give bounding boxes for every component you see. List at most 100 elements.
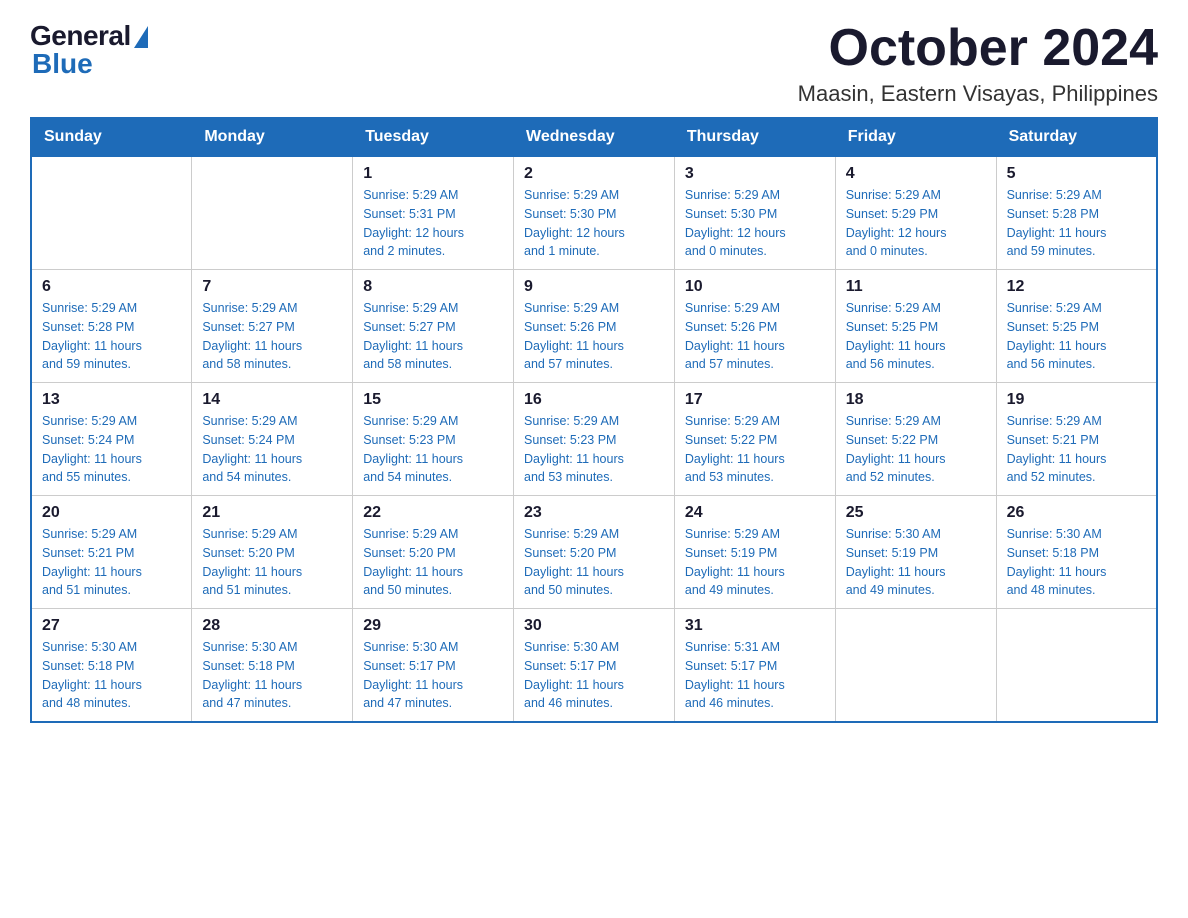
day-number: 10	[685, 278, 825, 296]
calendar-cell	[31, 157, 192, 270]
calendar-cell: 17Sunrise: 5:29 AM Sunset: 5:22 PM Dayli…	[674, 383, 835, 496]
calendar-cell: 19 Sunrise: 5:29 AM Sunset: 5:21 PM Dayli…	[996, 383, 1157, 496]
month-title: October 2024	[798, 20, 1158, 77]
page-header: General Blue October 2024 Maasin, Easter…	[30, 20, 1158, 107]
day-info: Sunrise: 5:29 AM Sunset: 5:20 PM Dayligh…	[363, 525, 503, 600]
day-number: 6	[42, 278, 181, 296]
day-number: 4	[846, 165, 986, 183]
calendar-cell: 15 Sunrise: 5:29 AM Sunset: 5:23 PM Dayli…	[353, 383, 514, 496]
calendar-week-row: 20 Sunrise: 5:29 AM Sunset: 5:21 PM Dayli…	[31, 496, 1157, 609]
calendar-header-row: SundayMondayTuesdayWednesdayThursdayFrid…	[31, 118, 1157, 157]
day-number: 2	[524, 165, 664, 183]
calendar-header-monday: Monday	[192, 118, 353, 157]
calendar-header-tuesday: Tuesday	[353, 118, 514, 157]
calendar-cell: 16 Sunrise: 5:29 AM Sunset: 5:23 PM Dayli…	[514, 383, 675, 496]
day-info: Sunrise: 5:29 AM Sunset: 5:20 PM Dayligh…	[202, 525, 342, 600]
calendar-week-row: 27Sunrise: 5:30 AM Sunset: 5:18 PM Dayli…	[31, 609, 1157, 723]
day-info: Sunrise: 5:29 AM Sunset: 5:30 PM Dayligh…	[524, 186, 664, 261]
day-number: 20	[42, 504, 181, 522]
day-number: 25	[846, 504, 986, 522]
calendar-week-row: 6 Sunrise: 5:29 AM Sunset: 5:28 PM Daylig…	[31, 270, 1157, 383]
calendar-cell: 30Sunrise: 5:30 AM Sunset: 5:17 PM Dayli…	[514, 609, 675, 723]
day-number: 13	[42, 391, 181, 409]
logo-triangle-icon	[134, 26, 148, 48]
day-info: Sunrise: 5:29 AM Sunset: 5:22 PM Dayligh…	[846, 412, 986, 487]
calendar-cell: 4Sunrise: 5:29 AM Sunset: 5:29 PM Daylig…	[835, 157, 996, 270]
calendar-week-row: 13 Sunrise: 5:29 AM Sunset: 5:24 PM Dayli…	[31, 383, 1157, 496]
day-number: 8	[363, 278, 503, 296]
day-number: 14	[202, 391, 342, 409]
day-info: Sunrise: 5:29 AM Sunset: 5:24 PM Dayligh…	[42, 412, 181, 487]
day-info: Sunrise: 5:29 AM Sunset: 5:24 PM Dayligh…	[202, 412, 342, 487]
day-info: Sunrise: 5:29 AM Sunset: 5:31 PM Dayligh…	[363, 186, 503, 261]
calendar-week-row: 1 Sunrise: 5:29 AM Sunset: 5:31 PM Daylig…	[31, 157, 1157, 270]
day-info: Sunrise: 5:29 AM Sunset: 5:27 PM Dayligh…	[202, 299, 342, 374]
day-number: 23	[524, 504, 664, 522]
calendar-cell: 11 Sunrise: 5:29 AM Sunset: 5:25 PM Dayli…	[835, 270, 996, 383]
day-info: Sunrise: 5:29 AM Sunset: 5:23 PM Dayligh…	[363, 412, 503, 487]
day-number: 5	[1007, 165, 1146, 183]
day-number: 7	[202, 278, 342, 296]
day-info: Sunrise: 5:29 AM Sunset: 5:28 PM Dayligh…	[1007, 186, 1146, 261]
calendar-cell: 29 Sunrise: 5:30 AM Sunset: 5:17 PM Dayli…	[353, 609, 514, 723]
day-info: Sunrise: 5:29 AM Sunset: 5:27 PM Dayligh…	[363, 299, 503, 374]
calendar-cell: 31Sunrise: 5:31 AM Sunset: 5:17 PM Dayli…	[674, 609, 835, 723]
calendar-cell: 20 Sunrise: 5:29 AM Sunset: 5:21 PM Dayli…	[31, 496, 192, 609]
calendar-cell: 12 Sunrise: 5:29 AM Sunset: 5:25 PM Dayli…	[996, 270, 1157, 383]
day-number: 16	[524, 391, 664, 409]
calendar-header-sunday: Sunday	[31, 118, 192, 157]
calendar-cell: 13 Sunrise: 5:29 AM Sunset: 5:24 PM Dayli…	[31, 383, 192, 496]
location-title: Maasin, Eastern Visayas, Philippines	[798, 81, 1158, 107]
calendar-cell: 26 Sunrise: 5:30 AM Sunset: 5:18 PM Dayli…	[996, 496, 1157, 609]
day-number: 17	[685, 391, 825, 409]
day-number: 12	[1007, 278, 1146, 296]
day-info: Sunrise: 5:29 AM Sunset: 5:21 PM Dayligh…	[42, 525, 181, 600]
day-info: Sunrise: 5:31 AM Sunset: 5:17 PM Dayligh…	[685, 638, 825, 713]
calendar-cell: 5 Sunrise: 5:29 AM Sunset: 5:28 PM Daylig…	[996, 157, 1157, 270]
day-number: 29	[363, 617, 503, 635]
day-info: Sunrise: 5:29 AM Sunset: 5:30 PM Dayligh…	[685, 186, 825, 261]
day-info: Sunrise: 5:29 AM Sunset: 5:20 PM Dayligh…	[524, 525, 664, 600]
calendar-cell: 8 Sunrise: 5:29 AM Sunset: 5:27 PM Daylig…	[353, 270, 514, 383]
day-info: Sunrise: 5:29 AM Sunset: 5:26 PM Dayligh…	[685, 299, 825, 374]
calendar-cell: 18Sunrise: 5:29 AM Sunset: 5:22 PM Dayli…	[835, 383, 996, 496]
day-info: Sunrise: 5:30 AM Sunset: 5:17 PM Dayligh…	[363, 638, 503, 713]
day-info: Sunrise: 5:29 AM Sunset: 5:28 PM Dayligh…	[42, 299, 181, 374]
day-number: 22	[363, 504, 503, 522]
calendar-cell: 25Sunrise: 5:30 AM Sunset: 5:19 PM Dayli…	[835, 496, 996, 609]
calendar-cell: 9Sunrise: 5:29 AM Sunset: 5:26 PM Daylig…	[514, 270, 675, 383]
calendar-cell: 3Sunrise: 5:29 AM Sunset: 5:30 PM Daylig…	[674, 157, 835, 270]
calendar-cell: 28Sunrise: 5:30 AM Sunset: 5:18 PM Dayli…	[192, 609, 353, 723]
calendar-header-wednesday: Wednesday	[514, 118, 675, 157]
day-info: Sunrise: 5:29 AM Sunset: 5:23 PM Dayligh…	[524, 412, 664, 487]
day-number: 11	[846, 278, 986, 296]
day-number: 28	[202, 617, 342, 635]
calendar-cell: 27Sunrise: 5:30 AM Sunset: 5:18 PM Dayli…	[31, 609, 192, 723]
day-info: Sunrise: 5:29 AM Sunset: 5:19 PM Dayligh…	[685, 525, 825, 600]
calendar-cell	[835, 609, 996, 723]
day-number: 15	[363, 391, 503, 409]
calendar-cell: 10 Sunrise: 5:29 AM Sunset: 5:26 PM Dayli…	[674, 270, 835, 383]
day-info: Sunrise: 5:30 AM Sunset: 5:18 PM Dayligh…	[42, 638, 181, 713]
calendar-cell: 21Sunrise: 5:29 AM Sunset: 5:20 PM Dayli…	[192, 496, 353, 609]
day-number: 26	[1007, 504, 1146, 522]
calendar-header-thursday: Thursday	[674, 118, 835, 157]
calendar-cell: 6 Sunrise: 5:29 AM Sunset: 5:28 PM Daylig…	[31, 270, 192, 383]
day-info: Sunrise: 5:29 AM Sunset: 5:25 PM Dayligh…	[846, 299, 986, 374]
calendar-cell: 23 Sunrise: 5:29 AM Sunset: 5:20 PM Dayli…	[514, 496, 675, 609]
day-number: 24	[685, 504, 825, 522]
day-info: Sunrise: 5:29 AM Sunset: 5:21 PM Dayligh…	[1007, 412, 1146, 487]
calendar-cell	[996, 609, 1157, 723]
logo-blue-text: Blue	[32, 48, 93, 80]
calendar-cell: 1 Sunrise: 5:29 AM Sunset: 5:31 PM Daylig…	[353, 157, 514, 270]
calendar-cell: 14 Sunrise: 5:29 AM Sunset: 5:24 PM Dayli…	[192, 383, 353, 496]
day-info: Sunrise: 5:30 AM Sunset: 5:18 PM Dayligh…	[1007, 525, 1146, 600]
day-info: Sunrise: 5:30 AM Sunset: 5:17 PM Dayligh…	[524, 638, 664, 713]
logo: General Blue	[30, 20, 148, 80]
day-number: 1	[363, 165, 503, 183]
day-number: 19	[1007, 391, 1146, 409]
calendar-cell: 24 Sunrise: 5:29 AM Sunset: 5:19 PM Dayli…	[674, 496, 835, 609]
title-section: October 2024 Maasin, Eastern Visayas, Ph…	[798, 20, 1158, 107]
day-info: Sunrise: 5:29 AM Sunset: 5:25 PM Dayligh…	[1007, 299, 1146, 374]
calendar-cell: 7 Sunrise: 5:29 AM Sunset: 5:27 PM Daylig…	[192, 270, 353, 383]
